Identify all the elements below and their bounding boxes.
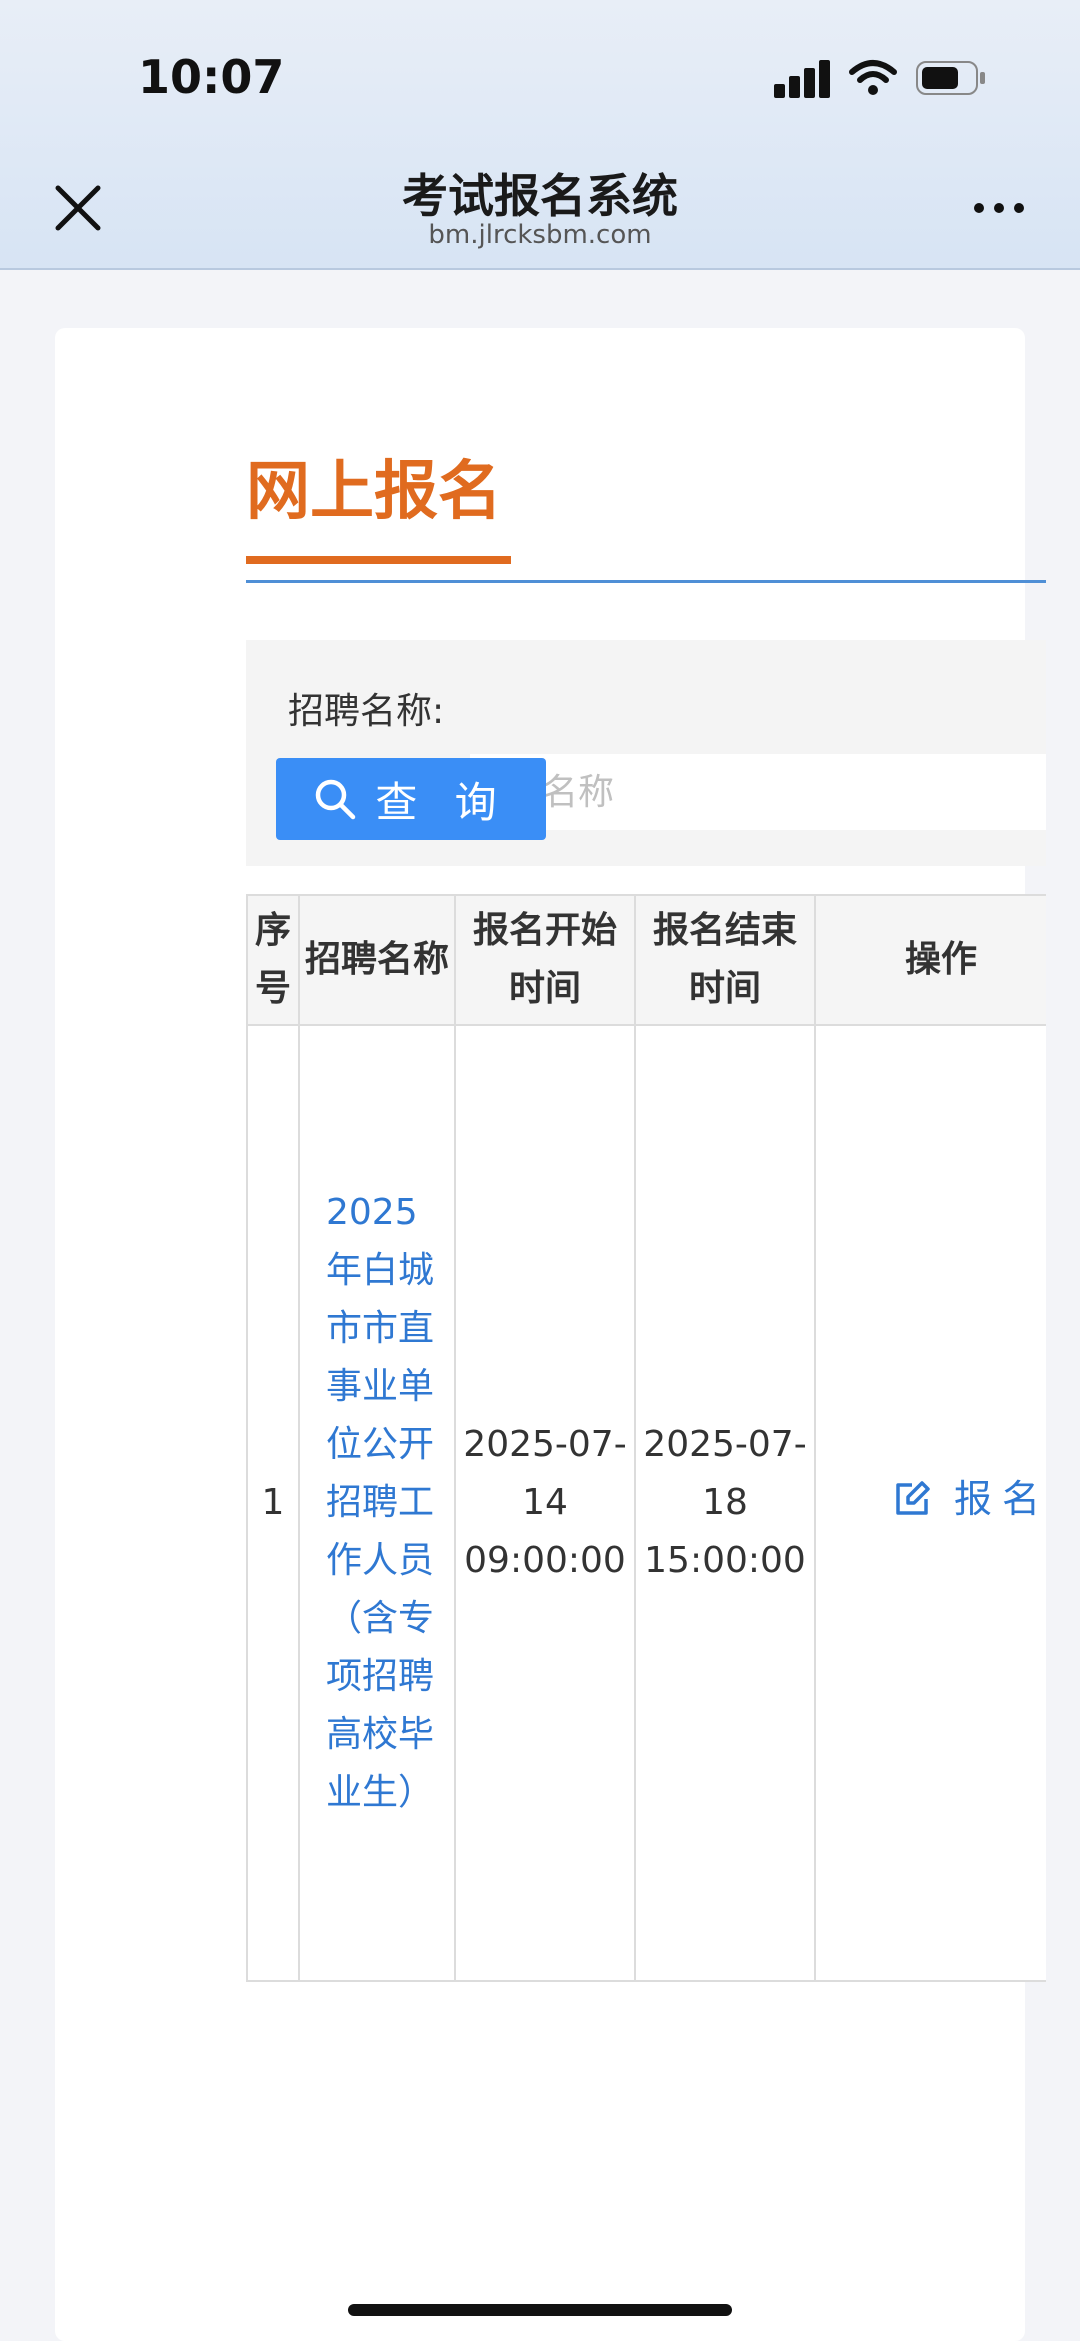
header-name: 招聘名称	[298, 894, 456, 1026]
header-end: 报名结束时间	[634, 894, 816, 1026]
row-action: 报名	[814, 1024, 1046, 1982]
header-index: 序号	[246, 894, 300, 1026]
title-underline	[246, 556, 511, 564]
row-start-time: 2025-07-14 09:00:00	[454, 1024, 636, 1982]
table-header-row: 序号 招聘名称 报名开始时间 报名结束时间 操作	[246, 894, 1046, 1026]
results-table-wrapper: 序号 招聘名称 报名开始时间 报名结束时间 操作 1 2025年白城市市直事业单…	[246, 894, 1046, 1984]
search-button[interactable]: 查 询	[276, 758, 546, 840]
page-url: bm.jlrcksbm.com	[428, 220, 652, 250]
edit-icon	[896, 1480, 930, 1515]
apply-button-label: 报名	[953, 1476, 1046, 1521]
recruitment-name-link[interactable]: 2025年白城市市直事业单位公开招聘工作人员（含专项招聘高校毕业生）	[298, 1024, 456, 1982]
apply-button[interactable]: 报名	[892, 1470, 1046, 1528]
top-bar: 10:07 考试报名系统 bm.jlrcksbm.com	[0, 0, 1080, 270]
divider	[246, 580, 1046, 583]
signal-icon	[774, 58, 834, 98]
page-title: 考试报名系统	[402, 169, 678, 223]
wifi-icon	[849, 60, 897, 95]
header-action: 操作	[814, 894, 1046, 1026]
search-label: 招聘名称:	[288, 691, 445, 732]
search-button-label: 查 询	[375, 777, 509, 827]
status-time: 10:07	[138, 50, 285, 104]
results-table: 序号 招聘名称 报名开始时间 报名结束时间 操作 1 2025年白城市市直事业单…	[246, 894, 1046, 1982]
search-input[interactable]	[470, 754, 1046, 830]
section-title: 网上报名	[246, 455, 502, 529]
row-index: 1	[246, 1024, 300, 1982]
header-start: 报名开始时间	[454, 894, 636, 1026]
battery-icon	[916, 61, 985, 95]
search-icon	[316, 779, 356, 820]
table-row: 1 2025年白城市市直事业单位公开招聘工作人员（含专项招聘高校毕业生） 202…	[246, 1024, 1046, 1982]
more-icon[interactable]	[970, 195, 1030, 219]
row-end-time: 2025-07-18 15:00:00	[634, 1024, 816, 1982]
home-indicator[interactable]	[348, 2304, 732, 2316]
